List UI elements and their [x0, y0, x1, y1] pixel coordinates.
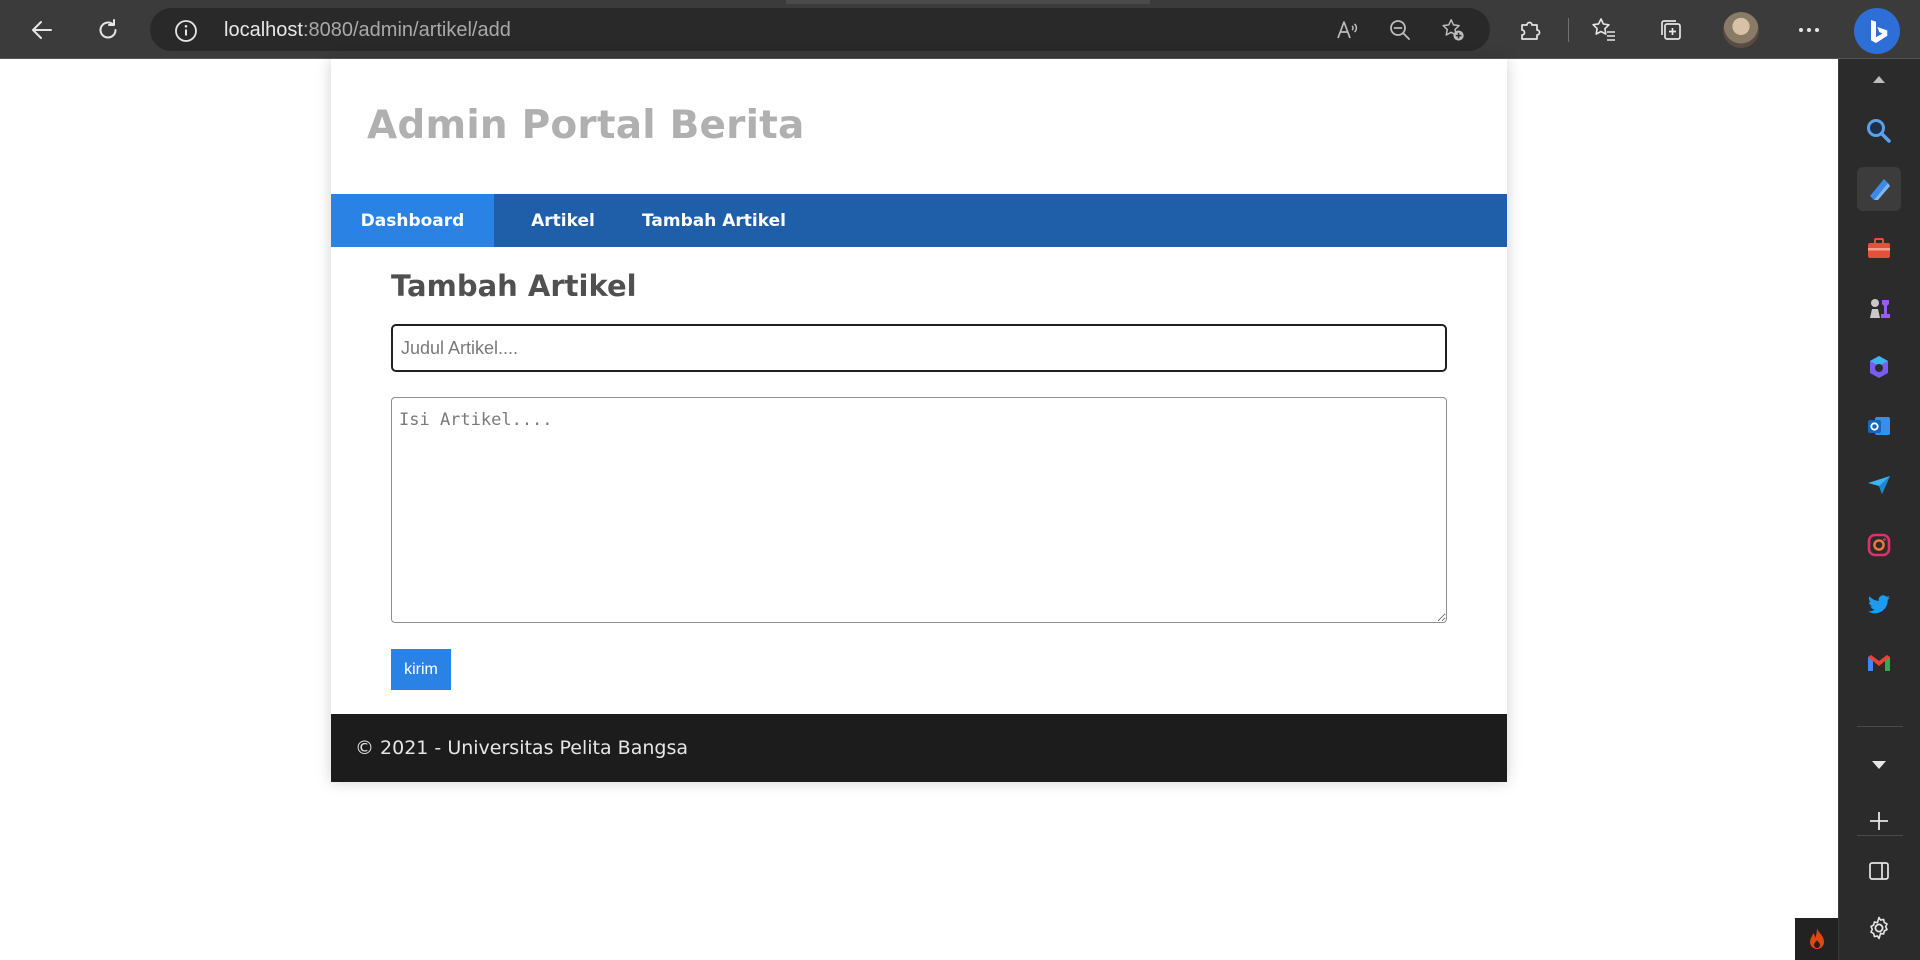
sidebar-divider: [1857, 726, 1903, 727]
sidebar-twitter[interactable]: [1857, 582, 1901, 626]
nav-dashboard[interactable]: Dashboard: [331, 194, 494, 247]
sidebar-add[interactable]: [1857, 799, 1901, 843]
sidebar-divider-2: [1857, 835, 1903, 836]
instagram-icon: [1867, 533, 1891, 557]
more-menu-button[interactable]: [1791, 12, 1827, 48]
sidebar-instagram[interactable]: [1857, 523, 1901, 567]
url-path: :8080/admin/artikel/add: [302, 19, 511, 41]
flame-icon: [1809, 928, 1824, 949]
profile-avatar[interactable]: [1723, 12, 1759, 48]
favorites-button[interactable]: [1586, 12, 1622, 48]
sidebar-scroll-down[interactable]: [1857, 743, 1901, 787]
twitter-icon: [1868, 595, 1890, 614]
sidebar-hide[interactable]: [1857, 849, 1901, 893]
sidebar-outlook[interactable]: [1857, 404, 1901, 448]
article-title-input[interactable]: [391, 324, 1447, 372]
office-icon: [1870, 356, 1888, 378]
address-bar[interactable]: localhost:8080/admin/artikel/add: [150, 8, 1490, 51]
collections-icon: [1661, 20, 1681, 40]
sidebar-discover[interactable]: [1857, 167, 1901, 211]
reload-button[interactable]: [88, 10, 128, 50]
zoom-button[interactable]: [1387, 17, 1413, 43]
sidebar-scroll-up[interactable]: [1857, 59, 1901, 99]
add-favorite-button[interactable]: [1440, 17, 1466, 43]
extensions-button[interactable]: [1512, 12, 1548, 48]
search-icon: [1867, 119, 1891, 143]
read-aloud-icon: [1337, 21, 1358, 39]
browser-toolbar: localhost:8080/admin/artikel/add: [0, 0, 1920, 59]
discover-icon: [1870, 179, 1890, 200]
sidebar-search[interactable]: [1857, 109, 1901, 153]
main-navbar: Dashboard Artikel Tambah Artikel: [331, 194, 1507, 247]
bing-chat-button[interactable]: [1854, 8, 1900, 54]
debug-toolbar-badge[interactable]: [1795, 918, 1838, 960]
paper-plane-icon: [1868, 476, 1890, 494]
gmail-icon: [1868, 655, 1890, 671]
page-container: Admin Portal Berita Dashboard Artikel Ta…: [331, 59, 1507, 782]
site-title: Admin Portal Berita: [367, 103, 805, 148]
page-footer: © 2021 - Universitas Pelita Bangsa: [331, 714, 1507, 782]
article-body-textarea[interactable]: [391, 397, 1447, 623]
site-info-icon[interactable]: [174, 19, 198, 43]
browser-sidebar: [1838, 59, 1920, 960]
caret-up-icon: [1873, 76, 1885, 83]
more-dots-icon: [1799, 28, 1819, 32]
nav-artikel[interactable]: Artikel: [494, 194, 632, 247]
sidebar-settings[interactable]: [1857, 906, 1901, 950]
zoom-out-icon: [1390, 20, 1410, 40]
panel-toggle-icon: [1869, 862, 1889, 880]
toolbox-icon: [1868, 238, 1890, 258]
outlook-icon: [1868, 417, 1890, 435]
plus-icon: [1870, 812, 1888, 830]
tab-strip-indicator: [786, 0, 1150, 4]
sidebar-gmail[interactable]: [1857, 641, 1901, 685]
url-text[interactable]: localhost:8080/admin/artikel/add: [224, 19, 511, 41]
reload-icon: [99, 19, 117, 39]
toolbar-divider: [1568, 18, 1569, 42]
favorites-icon: [1592, 18, 1615, 41]
form-heading: Tambah Artikel: [391, 269, 637, 303]
back-button[interactable]: [22, 10, 62, 50]
back-arrow-icon: [32, 21, 52, 39]
sidebar-tools[interactable]: [1857, 226, 1901, 270]
footer-text: © 2021 - Universitas Pelita Bangsa: [355, 737, 688, 759]
bing-icon: [1871, 20, 1888, 43]
read-aloud-button[interactable]: [1334, 17, 1360, 43]
chess-icon: [1870, 299, 1890, 318]
sidebar-send[interactable]: [1857, 463, 1901, 507]
url-host: localhost: [224, 19, 303, 41]
sidebar-office[interactable]: [1857, 345, 1901, 389]
submit-button[interactable]: kirim: [391, 649, 451, 690]
sidebar-games[interactable]: [1857, 286, 1901, 330]
nav-tambah-artikel[interactable]: Tambah Artikel: [632, 194, 796, 247]
puzzle-icon: [1521, 21, 1541, 40]
caret-down-icon: [1872, 761, 1886, 769]
gear-icon: [1870, 916, 1888, 940]
star-add-icon: [1442, 19, 1464, 41]
collections-button[interactable]: [1653, 12, 1689, 48]
